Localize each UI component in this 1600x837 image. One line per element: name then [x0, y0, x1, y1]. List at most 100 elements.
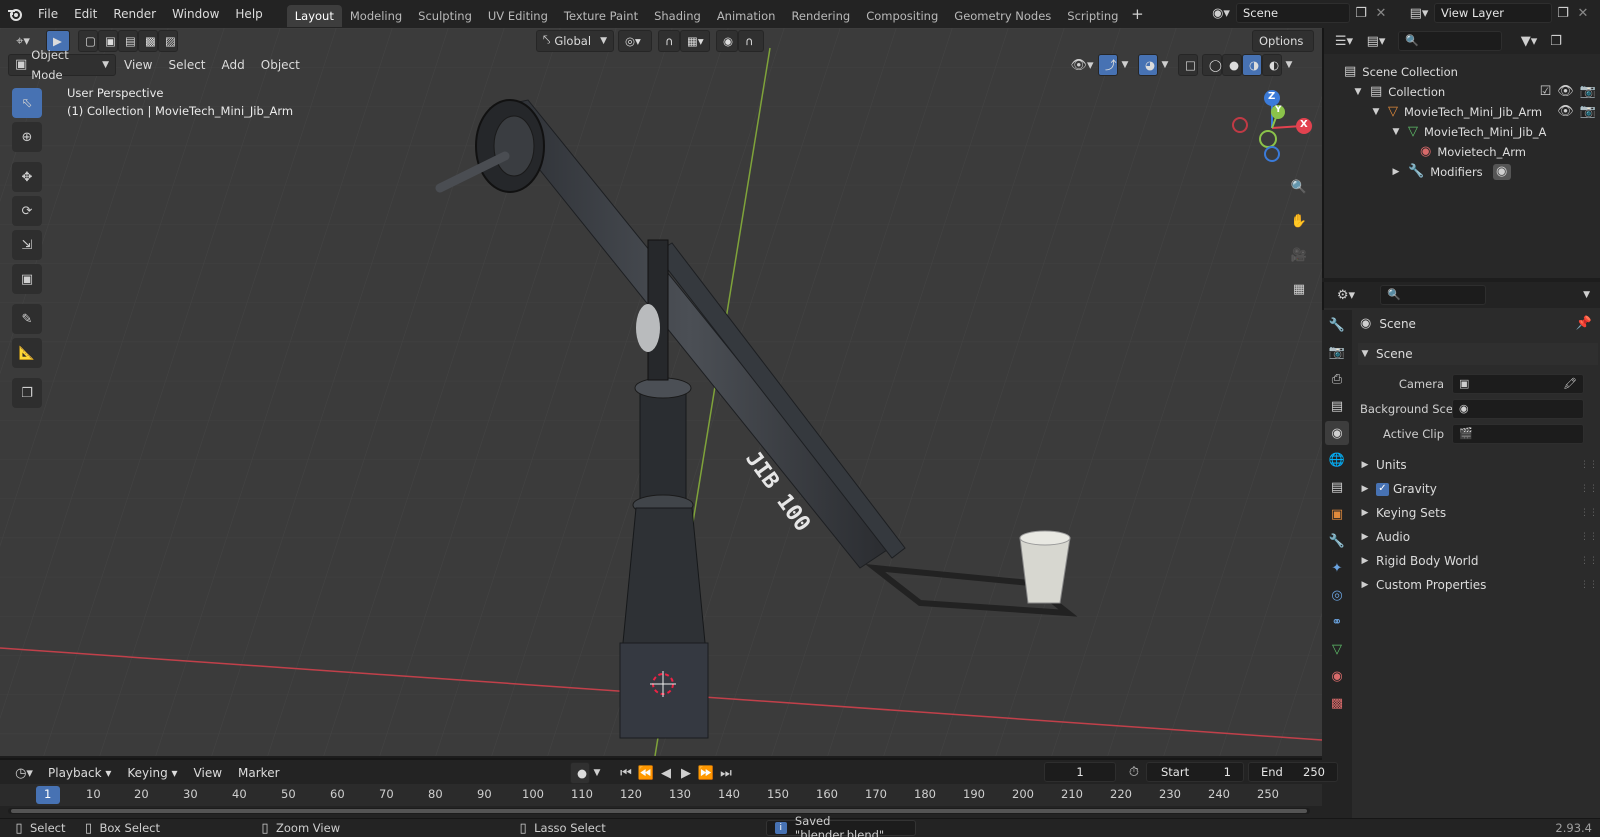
tab-object[interactable]: ▣: [1325, 502, 1349, 526]
snap-icon[interactable]: ∩: [658, 30, 680, 52]
timeline-menu-keying[interactable]: Keying ▾: [119, 760, 185, 786]
visibility-icon[interactable]: 👁▾: [1066, 58, 1098, 73]
current-frame-field[interactable]: 1: [1044, 762, 1116, 782]
expand-arrow-icon[interactable]: ▼: [1352, 82, 1364, 102]
tab-animation[interactable]: Animation: [709, 5, 784, 27]
3d-viewport[interactable]: JIB 100: [0, 28, 1322, 756]
display-mode-icon[interactable]: ▤▾: [1360, 34, 1392, 49]
menu-help[interactable]: Help: [227, 0, 270, 28]
tab-uv-editing[interactable]: UV Editing: [480, 5, 556, 27]
proportional-edit-icon[interactable]: ◉: [716, 30, 738, 52]
wireframe-shading-icon[interactable]: ◯: [1202, 54, 1222, 76]
rotate-tool[interactable]: ⟳: [12, 196, 42, 226]
expand-arrow-icon[interactable]: ▼: [1390, 122, 1402, 142]
zoom-button[interactable]: 🔍: [1284, 172, 1314, 202]
transform-orientation-dropdown[interactable]: ⤣ Global ▼: [536, 30, 614, 52]
active-clip-field[interactable]: 🎬: [1452, 424, 1584, 444]
tab-scene[interactable]: ◉: [1325, 421, 1349, 445]
camera-view-button[interactable]: 🎥: [1284, 240, 1314, 270]
outliner-row-scene-collection[interactable]: ▤ Scene Collection: [1344, 62, 1458, 82]
outliner-row-material[interactable]: ◉ Movietech_Arm: [1420, 142, 1526, 162]
options-dropdown[interactable]: Options ▾: [1252, 30, 1314, 68]
panel-keying-sets[interactable]: ▶ Keying Sets ⋮⋮: [1358, 502, 1598, 524]
eyedropper-icon[interactable]: 🖍: [1563, 375, 1577, 393]
collapse-arrow-icon[interactable]: ▶: [1390, 162, 1402, 182]
viewport-menu-select[interactable]: Select: [160, 54, 213, 76]
tab-view-layer[interactable]: ▤: [1325, 394, 1349, 418]
stopwatch-icon[interactable]: ⏱: [1122, 765, 1146, 780]
include-checkbox-icon[interactable]: ☑: [1540, 82, 1552, 102]
background-scene-field[interactable]: ◉: [1452, 399, 1584, 419]
end-frame-field[interactable]: End 250: [1248, 762, 1338, 782]
falloff-icon[interactable]: ∩: [738, 30, 764, 52]
timeline-editor-icon[interactable]: ◷▾: [8, 766, 40, 781]
panel-gravity[interactable]: ▶ ✓ Gravity ⋮⋮: [1358, 478, 1598, 500]
solid-shading-icon[interactable]: ●: [1222, 54, 1242, 76]
delete-scene-icon[interactable]: ✕: [1372, 6, 1390, 21]
view-layer-selector-icon[interactable]: ▤▾: [1404, 6, 1434, 21]
panel-custom-properties[interactable]: ▶ Custom Properties ⋮⋮: [1358, 574, 1598, 596]
jump-end-icon[interactable]: ⏭: [716, 766, 736, 781]
delete-view-layer-icon[interactable]: ✕: [1574, 6, 1592, 21]
properties-options-icon[interactable]: ▼: [1583, 290, 1590, 300]
eye-icon[interactable]: 👁: [1557, 102, 1574, 122]
gizmo-dropdown-icon[interactable]: ▼: [1118, 60, 1132, 70]
drag-handle-icon[interactable]: ⋮⋮: [1580, 550, 1598, 572]
expand-arrow-icon[interactable]: ▼: [1370, 102, 1382, 122]
drag-handle-icon[interactable]: ⋮⋮: [1580, 574, 1598, 596]
tab-compositing[interactable]: Compositing: [858, 5, 946, 27]
measure-tool[interactable]: 📐: [12, 338, 42, 368]
move-tool[interactable]: ✥: [12, 162, 42, 192]
jump-start-icon[interactable]: ⏮: [616, 766, 636, 781]
tab-particles[interactable]: ✦: [1325, 556, 1349, 580]
cursor-tool[interactable]: ⊕: [12, 122, 42, 152]
tab-scripting[interactable]: Scripting: [1059, 5, 1126, 27]
scene-section-header[interactable]: ▼ Scene: [1358, 343, 1598, 365]
new-view-layer-icon[interactable]: ❐: [1552, 6, 1574, 21]
timeline-menu-playback[interactable]: Playback ▾: [40, 760, 119, 786]
select-invert-icon[interactable]: ▩: [138, 30, 158, 52]
outliner-row-collection[interactable]: ▼ ▤ Collection ☑ 👁 📷: [1352, 82, 1596, 102]
timeline-ruler[interactable]: 1 10 20 30 40 50 60 70 80 90 100 110 120…: [0, 784, 1322, 806]
outliner-row-jib-arm-object[interactable]: ▼ ▽ MovieTech_Mini_Jib_Arm 👁 📷: [1370, 102, 1596, 122]
record-options-icon[interactable]: ▼: [590, 768, 604, 778]
perspective-toggle-button[interactable]: ▦: [1284, 274, 1314, 304]
pin-icon[interactable]: 📌: [1576, 313, 1592, 335]
gizmo-toggle-icon[interactable]: ⤴: [1098, 54, 1118, 76]
outliner-row-mesh-data[interactable]: ▼ ▽ MovieTech_Mini_Jib_A: [1390, 122, 1547, 142]
drag-handle-icon[interactable]: ⋮⋮: [1580, 478, 1598, 500]
timeline-menu-view[interactable]: View: [186, 760, 230, 786]
transform-tool[interactable]: ▣: [12, 264, 42, 294]
scene-selector-icon[interactable]: ◉▾: [1206, 6, 1236, 21]
prev-keyframe-icon[interactable]: ⏪: [636, 766, 656, 781]
add-cube-tool[interactable]: ❐: [12, 378, 42, 408]
tab-shading[interactable]: Shading: [646, 5, 709, 27]
properties-search-input[interactable]: 🔍: [1380, 285, 1486, 305]
tab-physics[interactable]: ◎: [1325, 583, 1349, 607]
menu-edit[interactable]: Edit: [66, 0, 105, 28]
panel-units[interactable]: ▶ Units ⋮⋮: [1358, 454, 1598, 476]
annotate-tool[interactable]: ✎: [12, 304, 42, 334]
navigation-gizmo[interactable]: Z X Y: [1232, 88, 1312, 168]
menu-render[interactable]: Render: [105, 0, 164, 28]
render-camera-icon[interactable]: 📷: [1580, 82, 1596, 102]
properties-editor-icon[interactable]: ⚙▾: [1330, 288, 1362, 303]
tab-texture-paint[interactable]: Texture Paint: [556, 5, 646, 27]
panel-rigid-body-world[interactable]: ▶ Rigid Body World ⋮⋮: [1358, 550, 1598, 572]
outliner-row-modifiers[interactable]: ▶ 🔧 Modifiers ◉: [1390, 162, 1511, 182]
tab-geometry-nodes[interactable]: Geometry Nodes: [946, 5, 1059, 27]
timeline-scrollbar[interactable]: [8, 808, 1310, 814]
viewport-menu-add[interactable]: Add: [214, 54, 253, 76]
drag-handle-icon[interactable]: ⋮⋮: [1580, 502, 1598, 524]
outliner-search-input[interactable]: 🔍: [1398, 31, 1502, 51]
tab-modifiers[interactable]: 🔧: [1325, 529, 1349, 553]
pan-button[interactable]: ✋: [1284, 206, 1314, 236]
shading-dropdown-icon[interactable]: ▼: [1282, 60, 1296, 70]
timeline-scrollbar-thumb[interactable]: [11, 809, 1307, 813]
tab-layout[interactable]: Layout: [286, 4, 342, 27]
scene-name-field[interactable]: Scene: [1236, 3, 1350, 23]
gravity-checkbox[interactable]: ✓: [1376, 482, 1389, 496]
rendered-shading-icon[interactable]: ◐: [1262, 54, 1282, 76]
start-frame-field[interactable]: Start 1: [1146, 762, 1244, 782]
select-intersect-icon[interactable]: ▨: [158, 30, 178, 52]
